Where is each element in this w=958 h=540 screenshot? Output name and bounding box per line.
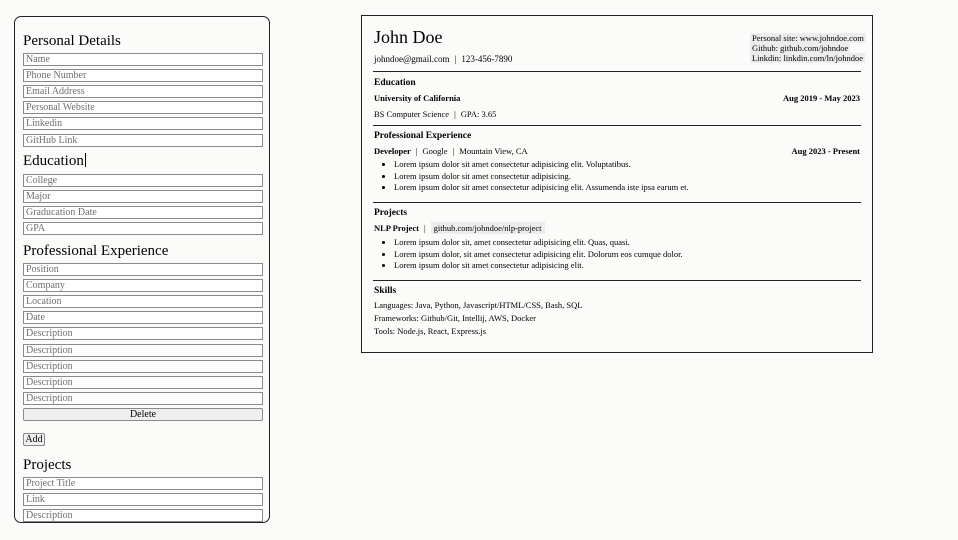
description-input-1[interactable] — [23, 327, 263, 340]
college-input[interactable] — [23, 174, 263, 187]
resume-email: johndoe@gmail.com — [374, 54, 450, 64]
resume-education-dates: Aug 2019 - May 2023 — [783, 93, 860, 103]
major-input[interactable] — [23, 190, 263, 203]
job-separator: | — [415, 146, 418, 156]
list-item: Lorem ipsum dolor sit amet consectetur a… — [394, 159, 689, 171]
resume-school: University of California — [374, 93, 461, 103]
description-input-4[interactable] — [23, 376, 263, 389]
project-separator: | — [423, 223, 426, 233]
resume-skills-tools: Tools: Node.js, React, Express.js — [374, 326, 487, 336]
email-input[interactable] — [23, 85, 263, 98]
degree-separator: | — [454, 109, 456, 119]
education-heading-text: Education — [23, 153, 84, 169]
experience-heading: Professional Experience — [23, 243, 169, 259]
gpa-input[interactable] — [23, 222, 263, 235]
description-input-3[interactable] — [23, 360, 263, 373]
project-title-input[interactable] — [23, 477, 263, 490]
phone-input[interactable] — [23, 69, 263, 82]
text-cursor — [84, 153, 86, 167]
graduation-date-input[interactable] — [23, 206, 263, 219]
list-item: Lorem ipsum dolor sit amet consectetur a… — [394, 260, 683, 272]
resume-projects-heading: Projects — [374, 208, 408, 218]
resume-links: Personal site: www.johndoe.com Github: g… — [750, 33, 866, 63]
personal-details-heading: Personal Details — [23, 33, 121, 49]
linkedin-link[interactable]: Linkdin: linkdin.com/ln/johndoe — [750, 53, 865, 63]
resume-project-link[interactable]: github.com/johndoe/nlp-project — [430, 222, 545, 234]
personal-site-link[interactable]: Personal site: www.johndoe.com — [750, 33, 866, 43]
resume-degree-line: BS Computer Science | GPA: 3.65 — [374, 109, 496, 119]
description-input-5[interactable] — [23, 392, 263, 405]
add-button[interactable]: Add — [23, 433, 45, 446]
location-input[interactable] — [23, 295, 263, 308]
resume-contact-line: johndoe@gmail.com | 123-456-7890 — [374, 54, 512, 64]
resume-position: Developer — [374, 146, 411, 156]
job-separator: | — [452, 146, 455, 156]
resume-education-heading: Education — [374, 78, 416, 88]
github-input[interactable] — [23, 134, 263, 147]
list-item: Lorem ipsum dolor, sit amet consectetur … — [394, 249, 683, 261]
resume-experience-heading: Professional Experience — [374, 131, 472, 141]
resume-job-line: Developer | Google | Mountain View, CA — [374, 146, 528, 156]
list-item: Lorem ipsum dolor sit, amet consectetur … — [394, 237, 683, 249]
divider — [373, 202, 861, 203]
resume-company: Google — [422, 146, 448, 156]
resume-form-panel: Personal Details Education Professional … — [14, 16, 270, 523]
resume-name: John Doe — [374, 27, 443, 47]
divider — [373, 280, 861, 281]
github-link[interactable]: Github: github.com/johndoe — [750, 43, 851, 53]
resume-skills-heading: Skills — [374, 286, 397, 296]
list-item: Lorem ipsum dolor sit amet consectetur a… — [394, 171, 689, 183]
resume-experience-dates: Aug 2023 - Present — [791, 146, 860, 156]
divider — [373, 71, 861, 72]
resume-skills-languages: Languages: Java, Python, Javascript/HTML… — [374, 300, 583, 310]
resume-preview: John Doe johndoe@gmail.com | 123-456-7890 … — [361, 15, 873, 353]
position-input[interactable] — [23, 263, 263, 276]
education-heading: Education — [23, 152, 86, 170]
resume-project-title: NLP Project — [374, 223, 419, 233]
resume-skills-frameworks: Frameworks: Github/Git, Intellij, AWS, D… — [374, 313, 536, 323]
date-input[interactable] — [23, 311, 263, 324]
project-description-input[interactable] — [23, 509, 263, 522]
experience-bullets: Lorem ipsum dolor sit amet consectetur a… — [394, 159, 689, 194]
resume-project-line: NLP Project | github.com/johndoe/nlp-proje… — [374, 222, 545, 234]
linkedin-input[interactable] — [23, 117, 263, 130]
description-input-2[interactable] — [23, 344, 263, 357]
resume-location: Mountain View, CA — [459, 146, 528, 156]
resume-gpa: GPA: 3.65 — [460, 109, 497, 119]
project-bullets: Lorem ipsum dolor sit, amet consectetur … — [394, 237, 683, 272]
projects-heading: Projects — [23, 457, 72, 473]
contact-separator: | — [454, 54, 457, 64]
website-input[interactable] — [23, 101, 263, 114]
list-item: Lorem ipsum dolor sit amet consectetur a… — [394, 182, 689, 194]
project-link-input[interactable] — [23, 493, 263, 506]
resume-degree: BS Computer Science — [374, 109, 450, 119]
name-input[interactable] — [23, 53, 263, 66]
company-input[interactable] — [23, 279, 263, 292]
delete-button[interactable]: Delete — [23, 408, 263, 421]
resume-phone: 123-456-7890 — [461, 54, 513, 64]
divider — [373, 125, 861, 126]
